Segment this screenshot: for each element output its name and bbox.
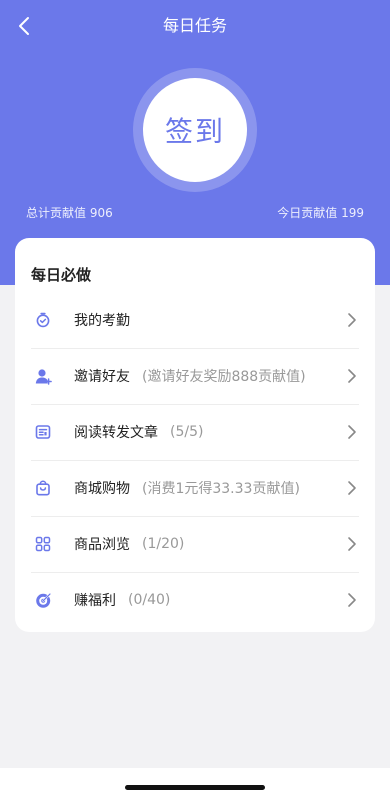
- task-row-attendance[interactable]: 我的考勤: [15, 292, 375, 348]
- total-contribution: 总计贡献值 906: [26, 206, 113, 220]
- task-row-invite[interactable]: 邀请好友 (邀请好友奖励888贡献值): [15, 348, 375, 404]
- chevron-right-icon: [348, 425, 356, 439]
- clock-check-icon: [34, 311, 52, 329]
- page-title: 每日任务: [162, 16, 227, 35]
- add-user-icon: [34, 367, 52, 385]
- today-contribution: 今日贡献值 199: [277, 206, 364, 220]
- task-label: 我的考勤: [74, 313, 130, 329]
- task-label: 商城购物: [74, 481, 130, 497]
- chevron-right-icon: [348, 593, 356, 607]
- task-row-browse-products[interactable]: 商品浏览 (1/20): [15, 516, 375, 572]
- section-title: 每日必做: [31, 266, 92, 284]
- daily-tasks-page: 每日任务 签到 总计贡献值 906 今日贡献值 199 每日必做 我的考勤 邀请…: [0, 0, 390, 800]
- home-indicator[interactable]: [125, 785, 265, 790]
- chevron-right-icon: [348, 481, 356, 495]
- task-label: 赚福利: [74, 593, 116, 609]
- task-note: (0/40): [128, 592, 171, 608]
- bottom-safe-area: [0, 768, 390, 800]
- task-list: 我的考勤 邀请好友 (邀请好友奖励888贡献值) 阅读转发文章 (5/5) 商城…: [15, 292, 375, 628]
- task-row-read-share[interactable]: 阅读转发文章 (5/5): [15, 404, 375, 460]
- grid-icon: [34, 535, 52, 553]
- chevron-right-icon: [348, 369, 356, 383]
- chevron-right-icon: [348, 537, 356, 551]
- task-note: (消费1元得33.33贡献值): [142, 481, 300, 497]
- task-note: (邀请好友奖励888贡献值): [142, 369, 306, 385]
- shopping-bag-icon: [34, 479, 52, 497]
- chevron-right-icon: [348, 313, 356, 327]
- task-label: 商品浏览: [74, 537, 130, 553]
- target-icon: [34, 591, 52, 609]
- task-row-mall-shopping[interactable]: 商城购物 (消费1元得33.33贡献值): [15, 460, 375, 516]
- task-row-earn-benefits[interactable]: 赚福利 (0/40): [15, 572, 375, 628]
- task-note: (1/20): [142, 536, 185, 552]
- daily-required-card: 每日必做 我的考勤 邀请好友 (邀请好友奖励888贡献值) 阅读转发文章 (5/…: [15, 238, 375, 632]
- sign-in-button[interactable]: 签到: [143, 78, 247, 182]
- task-label: 阅读转发文章: [74, 425, 158, 441]
- task-note: (5/5): [170, 424, 204, 440]
- article-icon: [34, 423, 52, 441]
- task-label: 邀请好友: [74, 369, 130, 385]
